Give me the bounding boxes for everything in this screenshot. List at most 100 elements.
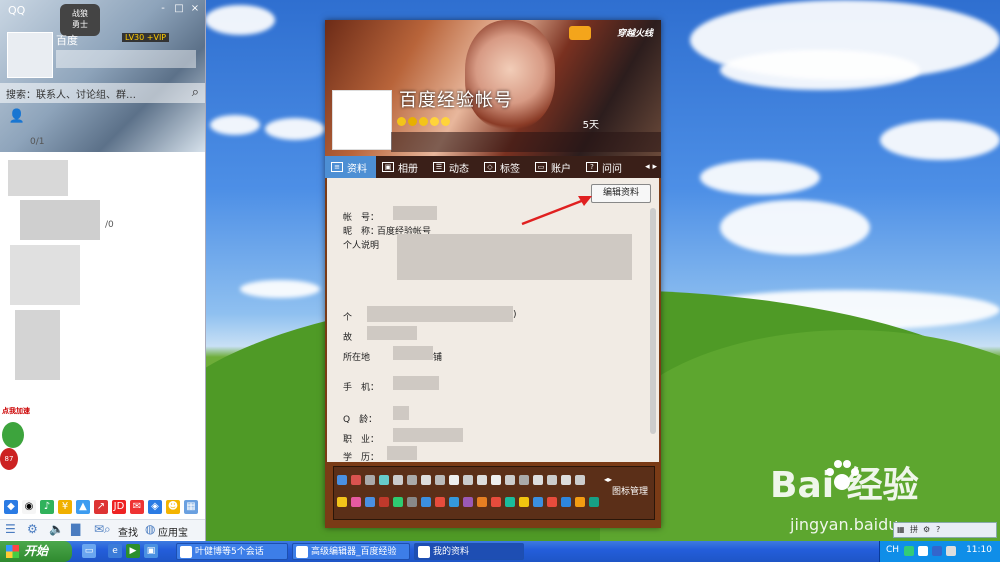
ime-icon[interactable]: 拼 — [910, 524, 920, 536]
edit-profile-button[interactable]: 编辑资料 — [591, 184, 651, 203]
volume-icon[interactable]: 🔈 — [49, 522, 64, 536]
close-button[interactable]: × — [189, 3, 201, 15]
badge-icon[interactable] — [533, 475, 543, 485]
badge-icon[interactable] — [547, 497, 557, 507]
badge-icon[interactable] — [491, 475, 501, 485]
stock-icon[interactable]: ↗ — [94, 500, 108, 514]
tab-album[interactable]: ▣ 相册 — [376, 156, 427, 178]
badge-icon[interactable] — [449, 497, 459, 507]
badge-icon[interactable] — [589, 497, 599, 507]
badge-icon[interactable] — [575, 475, 585, 485]
desktop-icon[interactable]: ▭ — [82, 544, 96, 558]
badge-icon[interactable] — [337, 475, 347, 485]
tab-ask[interactable]: ? 问问 — [580, 156, 631, 178]
badge-icon[interactable] — [477, 475, 487, 485]
tab-tags[interactable]: ◇ 标签 — [478, 156, 529, 178]
speedup-badge[interactable]: 87 — [0, 448, 18, 470]
badge-icon[interactable] — [533, 497, 543, 507]
security-icon[interactable]: ◈ — [148, 500, 162, 514]
search-icon[interactable]: ⌕ — [192, 85, 199, 100]
help-icon[interactable]: ? — [936, 524, 946, 536]
volume-tray-icon[interactable] — [946, 546, 956, 556]
star-icon[interactable] — [337, 497, 347, 507]
tray-icon[interactable] — [904, 546, 914, 556]
badge-icon[interactable] — [435, 497, 445, 507]
minimize-button[interactable]: - — [157, 3, 169, 15]
badge-icon[interactable] — [519, 497, 529, 507]
maximize-button[interactable]: □ — [173, 3, 185, 15]
find-button[interactable]: 查找 — [118, 524, 138, 539]
qq-search-bar[interactable]: 搜索：联系人、讨论组、群… ⌕ — [0, 83, 205, 103]
badge-icon[interactable] — [393, 497, 403, 507]
profile-avatar[interactable] — [332, 90, 392, 150]
tab-account[interactable]: ▭ 账户 — [529, 156, 580, 178]
game-icon[interactable]: ▲ — [76, 500, 90, 514]
badge-icon[interactable] — [547, 475, 557, 485]
badge-icon[interactable] — [407, 497, 417, 507]
start-button[interactable]: 开始 — [0, 541, 72, 562]
mascot-icon[interactable] — [2, 422, 24, 448]
badge-icon[interactable] — [463, 475, 473, 485]
badge-icon[interactable] — [379, 497, 389, 507]
tab-contacts[interactable]: 👤 — [0, 105, 34, 129]
tab-scroll-arrows[interactable]: ◂ ▸ — [645, 162, 661, 172]
badge-icon[interactable] — [519, 475, 529, 485]
tab-groups[interactable] — [34, 105, 68, 129]
find-icon[interactable]: ⌕ — [104, 522, 111, 537]
badge-icon[interactable] — [561, 475, 571, 485]
badge-icon[interactable] — [477, 497, 487, 507]
tray-icon[interactable] — [918, 546, 928, 556]
settings-icon[interactable]: ⚙ — [923, 524, 933, 536]
task-button-chat[interactable]: 叶健博等5个会话 — [176, 543, 288, 560]
icon-manage-button[interactable]: 图标管理 — [612, 484, 648, 497]
settings-icon[interactable]: ⚙ — [27, 522, 38, 536]
folder-icon[interactable]: ▇ — [71, 522, 80, 536]
speedup-ad-label[interactable]: 点我加速 — [2, 406, 30, 416]
appstore-icon[interactable]: ◍ — [145, 522, 155, 536]
task-button-editor[interactable]: 高级编辑器_百度经验 — [292, 543, 410, 560]
tray-icon[interactable] — [932, 546, 942, 556]
qq-avatar[interactable] — [7, 32, 53, 78]
qq-nickname[interactable]: 百度 — [56, 32, 78, 48]
mail-icon[interactable]: ✉ — [130, 500, 144, 514]
shield-icon[interactable]: ◆ — [4, 500, 18, 514]
keyboard-icon[interactable]: ▦ — [897, 524, 907, 536]
tab-feed[interactable]: ☰ 动态 — [427, 156, 478, 178]
badge-icon[interactable] — [365, 497, 375, 507]
badge-icon[interactable] — [505, 475, 515, 485]
badge-icon[interactable] — [449, 475, 459, 485]
penguin-icon[interactable]: ◉ — [22, 500, 36, 514]
badge-icon[interactable] — [351, 475, 361, 485]
app-icon[interactable]: ▣ — [144, 544, 158, 558]
badge-icon[interactable] — [393, 475, 403, 485]
badge-icon[interactable] — [421, 497, 431, 507]
badge-icon[interactable] — [575, 497, 585, 507]
jd-icon[interactable]: JD — [112, 500, 126, 514]
badge-icon[interactable] — [407, 475, 417, 485]
more-apps-icon[interactable]: ▦ — [184, 500, 198, 514]
appstore-button[interactable]: 应用宝 — [158, 524, 188, 539]
badge-icon[interactable] — [561, 497, 571, 507]
badge-icon[interactable] — [435, 475, 445, 485]
badge-icon[interactable] — [463, 497, 473, 507]
badge-icon[interactable] — [421, 475, 431, 485]
ie-icon[interactable]: e — [108, 544, 122, 558]
pet-icon[interactable]: ☻ — [166, 500, 180, 514]
badge-icon[interactable] — [379, 475, 389, 485]
badge-icon[interactable] — [351, 497, 361, 507]
tab-recent[interactable] — [68, 105, 102, 129]
language-indicator[interactable]: CH — [886, 545, 899, 555]
badge-icon[interactable] — [491, 497, 501, 507]
tab-profile[interactable]: ≡ 资料 — [325, 156, 376, 178]
music-icon[interactable]: ♪ — [40, 500, 54, 514]
qq-search-input[interactable]: 搜索：联系人、讨论组、群… — [6, 86, 136, 101]
task-button-profile[interactable]: 我的资料 — [414, 543, 524, 560]
badge-icon[interactable] — [365, 475, 375, 485]
message-manager-icon[interactable]: ✉ — [94, 522, 104, 536]
media-icon[interactable]: ▶ — [126, 544, 140, 558]
wallet-icon[interactable]: ¥ — [58, 500, 72, 514]
scrollbar[interactable] — [650, 208, 656, 434]
badge-icon[interactable] — [505, 497, 515, 507]
menu-icon[interactable]: ☰ — [5, 522, 16, 536]
icon-scroll-arrows[interactable]: ◂▸ — [604, 475, 612, 484]
